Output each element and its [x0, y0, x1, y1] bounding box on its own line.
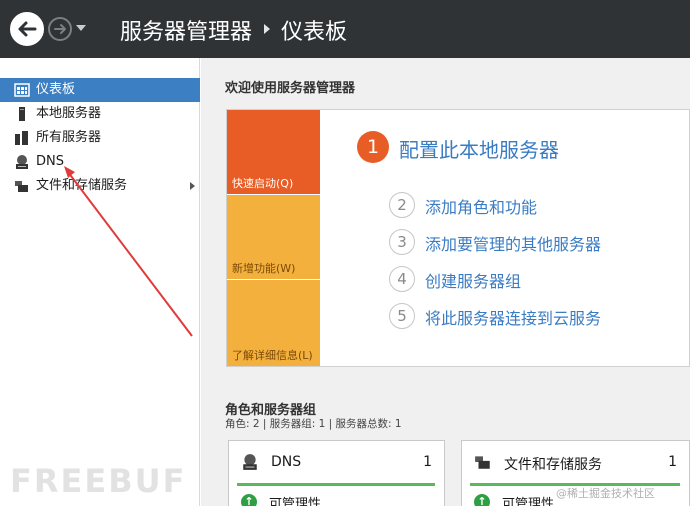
breadcrumb-separator-icon — [264, 24, 270, 34]
tile-label: 了解详细信息(L) — [232, 349, 313, 362]
sidebar-item-file-storage[interactable]: 文件和存储服务 — [0, 174, 200, 198]
sidebar-item-dns[interactable]: DNS — [0, 150, 200, 174]
welcome-title: 欢迎使用服务器管理器 — [225, 81, 356, 96]
role-card-count: 1 — [668, 454, 677, 470]
forward-button[interactable] — [48, 17, 72, 41]
step-number-badge: 4 — [389, 266, 415, 292]
tile-quick-start[interactable]: 快速启动(Q) — [227, 110, 320, 194]
storage-icon — [15, 181, 28, 192]
up-arrow-icon: ↑ — [241, 494, 257, 506]
tile-label: 快速启动(Q) — [232, 177, 294, 190]
watermark-text: @稀土掘金技术社区 — [556, 487, 655, 500]
back-arrow-icon — [18, 21, 37, 37]
sidebar-item-dashboard[interactable]: 仪表板 — [0, 78, 200, 102]
link-add-roles-features[interactable]: 添加角色和功能 — [425, 194, 537, 218]
forward-arrow-icon — [54, 24, 66, 34]
sidebar-item-label: 文件和存储服务 — [36, 178, 128, 193]
role-card-count: 1 — [423, 454, 432, 470]
tile-learn-more[interactable]: 了解详细信息(L) — [227, 280, 320, 366]
expand-arrow-icon[interactable] — [190, 182, 195, 190]
sidebar: 仪表板 本地服务器 所有服务器 DNS 文件和存储服务 — [0, 58, 200, 506]
sidebar-item-label: DNS — [36, 154, 64, 169]
step-number-badge: 3 — [389, 229, 415, 255]
step-number-badge: 5 — [389, 303, 415, 329]
tile-label: 新增功能(W) — [232, 262, 296, 275]
title-bar: 服务器管理器 仪表板 — [0, 0, 690, 58]
role-card-title: DNS — [271, 454, 302, 470]
servers-icon — [15, 131, 28, 145]
status-bar — [237, 483, 435, 486]
sidebar-item-local-server[interactable]: 本地服务器 — [0, 102, 200, 126]
role-card-dns[interactable]: DNS 1 ↑ 可管理性 — [228, 440, 445, 506]
step-number-badge: 2 — [389, 192, 415, 218]
back-button[interactable] — [10, 12, 44, 46]
up-arrow-icon: ↑ — [474, 494, 490, 506]
link-connect-cloud-services[interactable]: 将此服务器连接到云服务 — [425, 305, 601, 329]
sidebar-item-label: 所有服务器 — [36, 130, 102, 145]
sidebar-item-label: 本地服务器 — [36, 106, 102, 121]
manageability-link[interactable]: 可管理性 — [502, 493, 554, 506]
dashboard-content: 欢迎使用服务器管理器 快速启动(Q) 新增功能(W) 了解详细信息(L) 1 配… — [201, 58, 690, 506]
role-card-title: 文件和存储服务 — [504, 457, 602, 473]
link-add-other-servers[interactable]: 添加要管理的其他服务器 — [425, 231, 601, 255]
step-number-badge: 1 — [357, 131, 389, 163]
history-dropdown-icon[interactable] — [76, 25, 86, 31]
tile-whats-new[interactable]: 新增功能(W) — [227, 195, 320, 279]
watermark-logo: FREEBUF — [10, 462, 187, 500]
page-title: 仪表板 — [281, 20, 348, 45]
link-configure-local-server[interactable]: 配置此本地服务器 — [399, 134, 559, 163]
dashboard-icon — [14, 83, 30, 97]
manageability-link[interactable]: 可管理性 — [269, 493, 321, 506]
sidebar-item-label: 仪表板 — [36, 82, 76, 97]
storage-icon — [475, 456, 490, 469]
app-title: 服务器管理器 — [120, 20, 253, 45]
welcome-panel: 快速启动(Q) 新增功能(W) 了解详细信息(L) 1 配置此本地服务器 2 添… — [226, 109, 690, 367]
dns-icon — [243, 454, 257, 470]
sidebar-item-all-servers[interactable]: 所有服务器 — [0, 126, 200, 150]
link-create-server-group[interactable]: 创建服务器组 — [425, 268, 521, 292]
dns-icon — [16, 155, 28, 169]
server-icon — [19, 107, 25, 121]
roles-summary: 角色: 2 | 服务器组: 1 | 服务器总数: 1 — [225, 418, 402, 430]
